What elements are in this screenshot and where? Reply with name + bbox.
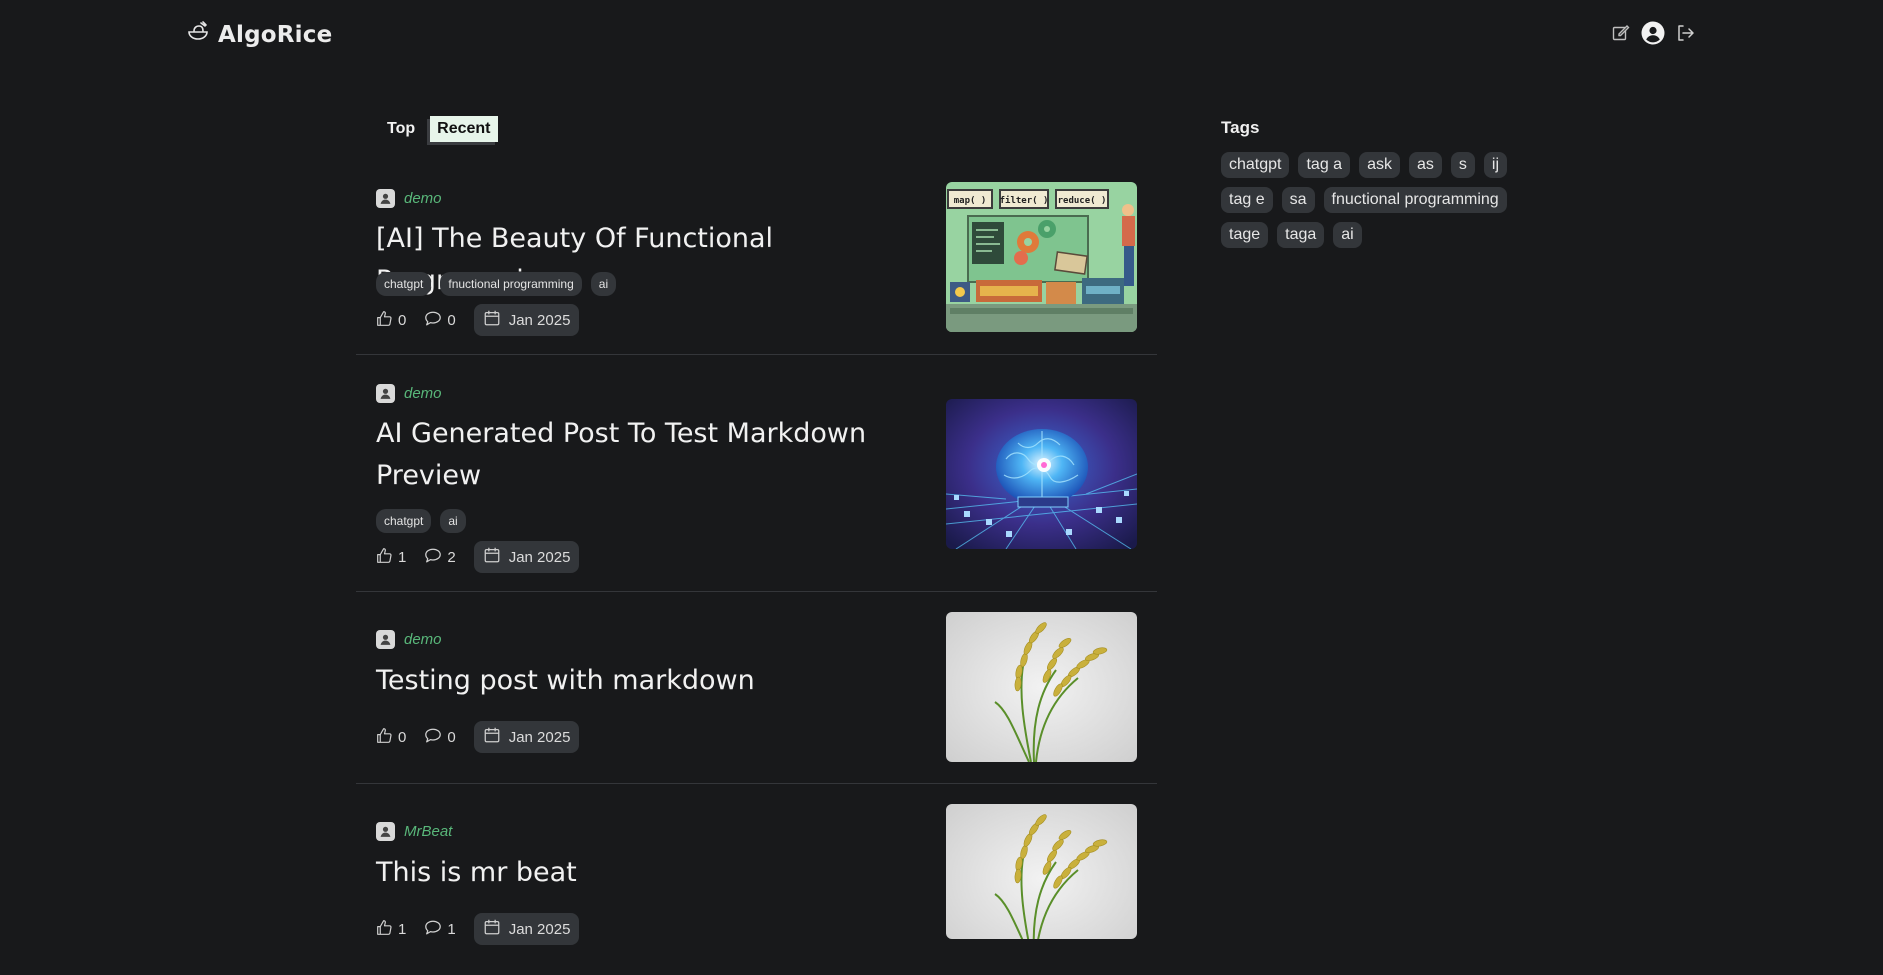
thumb-label: reduce( ) [1058,196,1107,206]
post-thumbnail[interactable] [946,399,1137,549]
tag-chip[interactable]: tage [1221,222,1269,248]
post-author[interactable]: demo [376,630,442,649]
tab-top[interactable]: Top [380,116,422,142]
tag-cloud: chatgpt tag a ask as s ij tag e sa fnuct… [1221,152,1541,248]
post-thumbnail[interactable]: map( ) filter( ) reduce( ) [946,182,1137,332]
post-meta: 0 0 Jan 2025 [376,721,580,753]
author-name: demo [404,631,442,648]
edit-button[interactable] [1608,22,1634,48]
post-author[interactable]: demo [376,384,442,403]
thumb-label: map( ) [954,196,987,206]
post-tag[interactable]: fnuctional programming [440,272,582,296]
post-tag[interactable]: ai [590,272,617,296]
user-avatar-icon [1641,21,1665,50]
tag-chip[interactable]: as [1408,152,1442,178]
feed-tabs: Top Recent [380,116,498,142]
like-count[interactable]: 1 [376,547,406,568]
post-date: Jan 2025 [473,304,580,336]
sidebar-title: Tags [1221,118,1260,137]
comment-count[interactable]: 0 [424,727,456,748]
thumbs-up-icon [376,310,393,331]
tag-chip[interactable]: taga [1277,222,1325,248]
post-meta: 0 0 Jan 2025 [376,304,580,336]
post-tags: chatgpt fnuctional programming ai [376,272,617,296]
tag-chip[interactable]: ask [1359,152,1400,178]
calendar-icon [483,726,501,748]
tag-chip[interactable]: tag e [1221,187,1273,213]
post-author[interactable]: MrBeat [376,822,452,841]
calendar-icon [483,918,501,940]
logout-button[interactable] [1672,22,1698,48]
thumbs-up-icon [376,727,393,748]
user-icon [376,630,395,649]
comment-icon [424,547,442,568]
post-feed: demo [AI] The Beauty Of Functional Progr… [356,168,1157,975]
post-card[interactable]: demo Testing post with markdown 0 0 Jan … [356,592,1157,784]
post-title[interactable]: This is mr beat [376,852,936,894]
thumb-label: filter( ) [1000,195,1049,206]
post-meta: 1 2 Jan 2025 [376,541,580,573]
post-title[interactable]: AI Generated Post To Test Markdown Previ… [376,413,876,497]
tag-chip[interactable]: s [1450,152,1475,178]
author-name: demo [404,385,442,402]
user-icon [376,822,395,841]
post-author[interactable]: demo [376,189,442,208]
post-card[interactable]: MrBeat This is mr beat 1 1 Jan 2025 [356,784,1157,975]
post-meta: 1 1 Jan 2025 [376,913,580,945]
tag-chip[interactable]: chatgpt [1221,152,1290,178]
tag-chip[interactable]: tag a [1298,152,1351,178]
post-date: Jan 2025 [473,721,580,753]
user-icon [376,384,395,403]
post-tag[interactable]: chatgpt [376,272,432,296]
post-thumbnail[interactable] [946,804,1137,939]
post-tag[interactable]: chatgpt [376,509,432,533]
tag-chip[interactable]: fnuctional programming [1323,187,1507,213]
post-tag[interactable]: ai [440,509,466,533]
logout-icon [1675,23,1695,48]
comment-count[interactable]: 0 [424,310,456,331]
post-card[interactable]: demo AI Generated Post To Test Markdown … [356,355,1157,592]
tag-chip[interactable]: ij [1483,152,1507,178]
like-count[interactable]: 0 [376,310,406,331]
post-card[interactable]: demo [AI] The Beauty Of Functional Progr… [356,168,1157,355]
tag-chip[interactable]: ai [1333,222,1362,248]
tag-chip[interactable]: sa [1281,187,1315,213]
post-thumbnail[interactable] [946,612,1137,762]
like-count[interactable]: 1 [376,919,406,940]
tab-recent[interactable]: Recent [430,116,498,142]
brand-name: AlgoRice [218,21,333,48]
post-date: Jan 2025 [473,541,580,573]
like-count[interactable]: 0 [376,727,406,748]
comment-count[interactable]: 1 [424,919,456,940]
tags-sidebar: Tags chatgpt tag a ask as s ij tag e sa … [1221,118,1551,248]
comment-icon [424,727,442,748]
post-date: Jan 2025 [473,913,580,945]
user-icon [376,189,395,208]
thumbs-up-icon [376,547,393,568]
calendar-icon [483,546,501,568]
comment-count[interactable]: 2 [424,547,456,568]
comment-icon [424,310,442,331]
post-tags: chatgpt ai [376,509,466,533]
calendar-icon [483,309,501,331]
header-actions [1608,21,1698,50]
author-name: MrBeat [404,823,453,840]
rice-bowl-icon [186,20,210,49]
thumbs-up-icon [376,919,393,940]
post-title[interactable]: Testing post with markdown [376,660,936,702]
author-name: demo [404,190,442,207]
profile-button[interactable] [1640,21,1666,50]
comment-icon [424,919,442,940]
brand-logo[interactable]: AlgoRice [186,20,332,49]
edit-icon [1611,23,1631,48]
